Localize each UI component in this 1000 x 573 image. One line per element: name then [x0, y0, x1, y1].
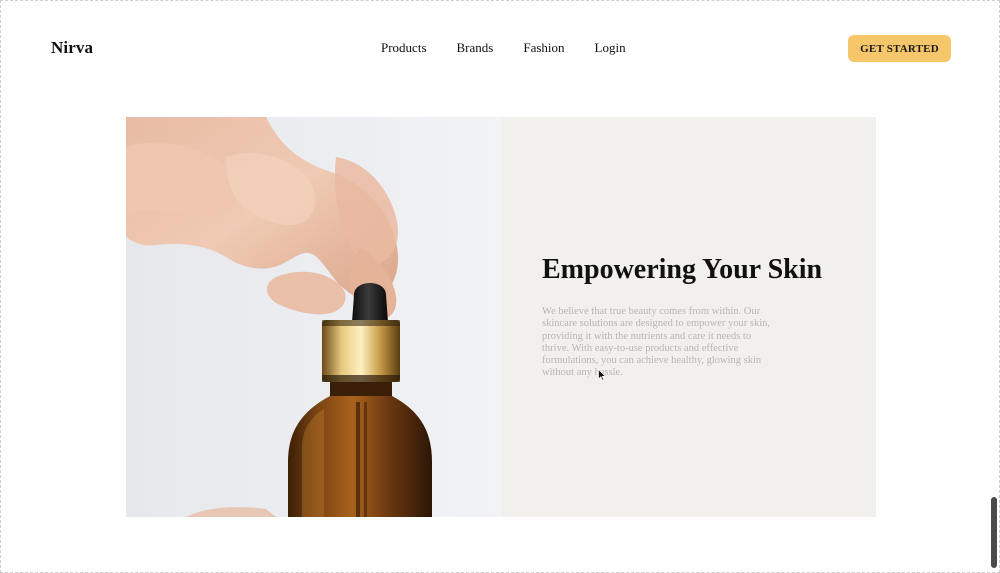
main-nav: Products Brands Fashion Login	[381, 40, 626, 56]
scrollbar-track[interactable]	[990, 1, 998, 572]
nav-item-products[interactable]: Products	[381, 40, 427, 56]
hero-section: Empowering Your Skin We believe that tru…	[126, 117, 876, 517]
hero-product-image	[126, 117, 501, 517]
hero-title: Empowering Your Skin	[542, 254, 823, 285]
top-navigation-bar: Nirva Products Brands Fashion Login GET …	[1, 1, 1000, 96]
nav-item-login[interactable]: Login	[595, 40, 626, 56]
nav-item-brands[interactable]: Brands	[457, 40, 494, 56]
brand-logo[interactable]: Nirva	[51, 38, 93, 58]
gold-collar	[322, 320, 400, 382]
page: Nirva Products Brands Fashion Login GET …	[0, 0, 1000, 573]
dropper-bulb	[352, 283, 388, 322]
serum-bottle-photo	[126, 117, 501, 517]
get-started-button[interactable]: GET STARTED	[848, 35, 951, 62]
hero-description: We believe that true beauty comes from w…	[542, 306, 771, 379]
pointer-cursor-icon	[598, 369, 606, 381]
hero-text-panel: Empowering Your Skin We believe that tru…	[501, 117, 876, 517]
nav-item-fashion[interactable]: Fashion	[523, 40, 564, 56]
scrollbar-thumb[interactable]	[991, 497, 997, 568]
